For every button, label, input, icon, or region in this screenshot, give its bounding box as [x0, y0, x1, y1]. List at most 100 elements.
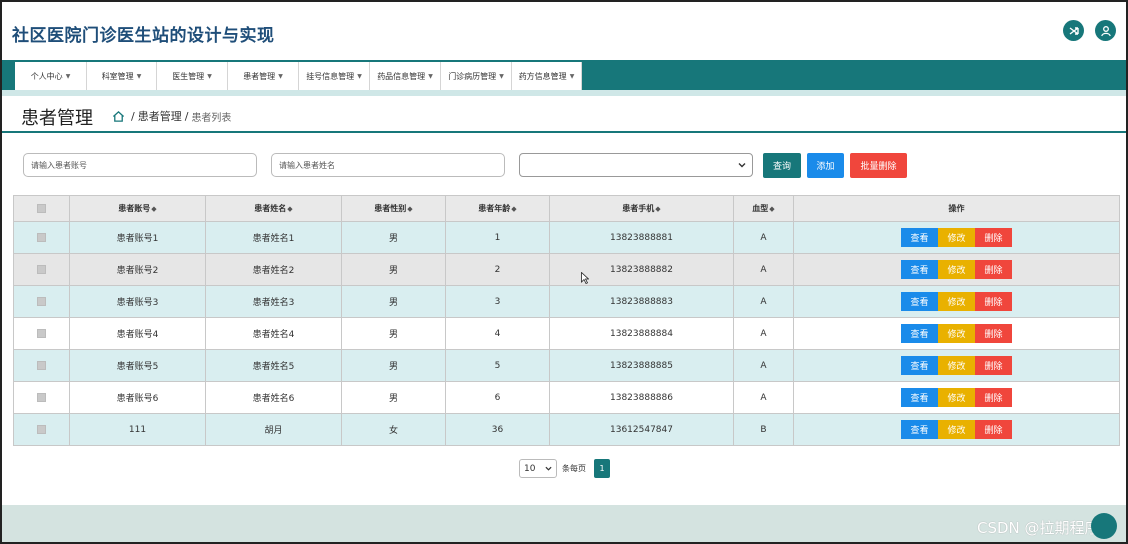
nav-item-patient[interactable]: 患者管理 ▼ — [228, 62, 299, 90]
delete-button[interactable]: 删除 — [975, 388, 1012, 407]
nav-item-medical-record[interactable]: 门诊病历管理 ▼ — [441, 62, 512, 90]
patient-account-search-input[interactable] — [23, 153, 257, 177]
row-checkbox[interactable] — [37, 232, 46, 242]
back-to-top-button[interactable] — [1091, 513, 1117, 539]
view-button[interactable]: 查看 — [901, 292, 938, 311]
edit-button[interactable]: 修改 — [938, 324, 975, 343]
row-checkbox[interactable] — [37, 328, 46, 338]
delete-button[interactable]: 删除 — [975, 356, 1012, 375]
breadcrumb-current: 患者列表 — [191, 112, 232, 124]
view-button[interactable]: 查看 — [901, 324, 938, 343]
cell-gender: 男 — [341, 349, 446, 382]
edit-button[interactable]: 修改 — [938, 420, 975, 439]
cell-age: 1 — [445, 221, 550, 254]
cell-name: 患者姓名3 — [205, 285, 342, 318]
row-checkbox[interactable] — [37, 360, 46, 370]
delete-button[interactable]: 删除 — [975, 324, 1012, 343]
edit-button[interactable]: 修改 — [938, 228, 975, 247]
select-all-checkbox[interactable] — [37, 204, 46, 213]
table-row: 患者账号1 患者姓名1 男 1 13823888881 A 查看 修改 删除 — [13, 221, 1120, 254]
cell-account: 患者账号2 — [69, 253, 206, 286]
view-button[interactable]: 查看 — [901, 260, 938, 279]
sort-icon: ◆ — [511, 205, 517, 213]
edit-button[interactable]: 修改 — [938, 388, 975, 407]
cell-actions: 查看 修改 删除 — [793, 317, 1120, 350]
shuffle-icon[interactable] — [1063, 20, 1084, 41]
page-button-current[interactable]: 1 — [594, 459, 610, 478]
edit-button[interactable]: 修改 — [938, 292, 975, 311]
sort-icon: ◆ — [151, 205, 157, 213]
cell-actions: 查看 修改 删除 — [793, 381, 1120, 414]
cell-name: 患者姓名4 — [205, 317, 342, 350]
app-header: 社区医院门诊医生站的设计与实现 — [2, 2, 1126, 60]
cell-gender: 男 — [341, 381, 446, 414]
edit-button[interactable]: 修改 — [938, 356, 975, 375]
cell-gender: 男 — [341, 285, 446, 318]
patient-name-search-input[interactable] — [271, 153, 505, 177]
row-checkbox[interactable] — [37, 296, 46, 306]
cell-gender: 男 — [341, 221, 446, 254]
breadcrumb: / 患者管理 / 患者列表 — [112, 108, 231, 124]
row-checkbox[interactable] — [37, 392, 46, 402]
breadcrumb-section[interactable]: 患者管理 — [138, 108, 182, 124]
cell-gender: 女 — [341, 413, 446, 446]
nav-item-prescription[interactable]: 药方信息管理 ▼ — [512, 62, 582, 90]
caret-down-icon: ▼ — [278, 72, 283, 80]
user-icon[interactable] — [1095, 20, 1116, 41]
table-row: 患者账号3 患者姓名3 男 3 13823888883 A 查看 修改 删除 — [13, 285, 1120, 318]
cell-actions: 查看 修改 删除 — [793, 221, 1120, 254]
table-row: 患者账号6 患者姓名6 男 6 13823888886 A 查看 修改 删除 — [13, 381, 1120, 414]
cell-account: 患者账号3 — [69, 285, 206, 318]
nav-item-department[interactable]: 科室管理 ▼ — [87, 62, 157, 90]
add-button[interactable]: 添加 — [807, 153, 844, 178]
cell-age: 2 — [445, 253, 550, 286]
cell-phone: 13823888884 — [549, 317, 734, 350]
col-header-gender[interactable]: 患者性别◆ — [341, 195, 446, 222]
cell-phone: 13612547847 — [549, 413, 734, 446]
row-select-cell — [13, 349, 70, 382]
row-checkbox[interactable] — [37, 424, 46, 434]
col-header-blood-type[interactable]: 血型◆ — [733, 195, 794, 222]
view-button[interactable]: 查看 — [901, 388, 938, 407]
caret-down-icon: ▼ — [428, 72, 433, 80]
view-button[interactable]: 查看 — [901, 356, 938, 375]
cell-name: 胡月 — [205, 413, 342, 446]
nav-menu: 个人中心 ▼ 科室管理 ▼ 医生管理 ▼ 患者管理 ▼ 挂号信息管理 ▼ 药品信息管理 ▼ … — [15, 62, 582, 90]
nav-item-doctor[interactable]: 医生管理 ▼ — [157, 62, 228, 90]
breadcrumb-separator: / — [131, 109, 135, 123]
row-checkbox[interactable] — [37, 264, 46, 274]
cell-name: 患者姓名1 — [205, 221, 342, 254]
edit-button[interactable]: 修改 — [938, 260, 975, 279]
page-size-value: 10 — [524, 463, 536, 474]
row-select-cell — [13, 317, 70, 350]
view-button[interactable]: 查看 — [901, 228, 938, 247]
cell-account: 患者账号5 — [69, 349, 206, 382]
cell-blood-type: A — [733, 381, 794, 414]
page-size-select[interactable]: 10 — [519, 459, 557, 478]
col-header-age[interactable]: 患者年龄◆ — [445, 195, 550, 222]
gender-filter-select[interactable] — [519, 153, 753, 177]
home-icon[interactable] — [112, 110, 125, 123]
delete-button[interactable]: 删除 — [975, 420, 1012, 439]
sort-icon: ◆ — [655, 205, 661, 213]
row-select-cell — [13, 253, 70, 286]
cell-blood-type: B — [733, 413, 794, 446]
delete-button[interactable]: 删除 — [975, 292, 1012, 311]
cell-phone: 13823888883 — [549, 285, 734, 318]
col-header-account[interactable]: 患者账号◆ — [69, 195, 206, 222]
delete-button[interactable]: 删除 — [975, 260, 1012, 279]
sort-icon: ◆ — [407, 205, 413, 213]
nav-item-registration[interactable]: 挂号信息管理 ▼ — [299, 62, 370, 90]
col-header-phone[interactable]: 患者手机◆ — [549, 195, 734, 222]
nav-item-drug[interactable]: 药品信息管理 ▼ — [370, 62, 441, 90]
table-row: 患者账号4 患者姓名4 男 4 13823888884 A 查看 修改 删除 — [13, 317, 1120, 350]
table-body: 患者账号1 患者姓名1 男 1 13823888881 A 查看 修改 删除 患者账号2 患者姓名2… — [13, 221, 1120, 446]
query-button[interactable]: 查询 — [763, 153, 801, 178]
batch-delete-button[interactable]: 批量删除 — [850, 153, 907, 178]
nav-item-personal-center[interactable]: 个人中心 ▼ — [15, 62, 87, 90]
delete-button[interactable]: 删除 — [975, 228, 1012, 247]
col-header-name[interactable]: 患者姓名◆ — [205, 195, 342, 222]
cell-phone: 13823888885 — [549, 349, 734, 382]
cell-age: 3 — [445, 285, 550, 318]
view-button[interactable]: 查看 — [901, 420, 938, 439]
